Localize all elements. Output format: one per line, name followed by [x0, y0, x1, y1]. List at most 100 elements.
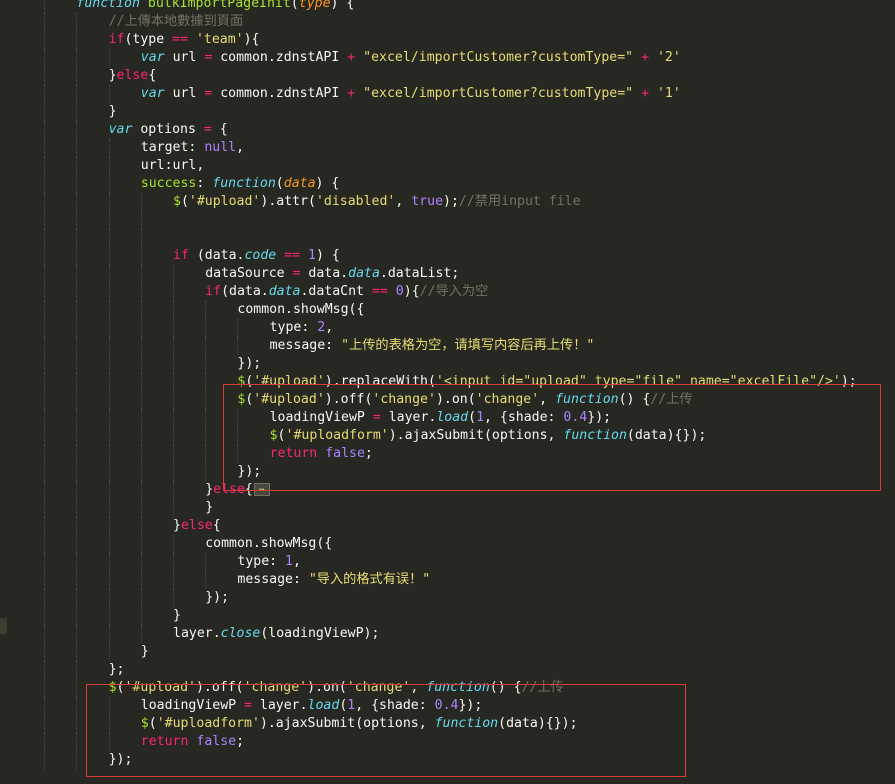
- code-line[interactable]: };: [0, 661, 895, 679]
- code-token: url:url,: [140, 158, 205, 173]
- code-line[interactable]: common.showMsg({: [0, 535, 895, 553]
- code-line[interactable]: common.showMsg({: [0, 301, 895, 319]
- indent-guide: [44, 517, 46, 535]
- indent-guide: [108, 247, 110, 265]
- code-line[interactable]: var url = common.zdnstAPI + "excel/impor…: [0, 85, 895, 103]
- indent-guide: [44, 427, 46, 445]
- code-token: ) {: [330, 0, 355, 11]
- indent-guide: [44, 121, 46, 139]
- indent-guide: [108, 571, 110, 589]
- code-text: };: [109, 661, 125, 679]
- code-line[interactable]: url:url,: [0, 157, 895, 175]
- code-text: }: [205, 499, 213, 517]
- code-text: url:url,: [141, 157, 205, 175]
- indent-guide: [44, 643, 46, 661]
- code-token: dataSource: [205, 266, 293, 281]
- code-text: type: 2,: [270, 319, 334, 337]
- code-line[interactable]: }: [0, 499, 895, 517]
- code-line[interactable]: }else{: [0, 517, 895, 535]
- indent-guide: [44, 211, 46, 229]
- code-token: url: [164, 86, 205, 101]
- code-text: dataSource = data.data.dataList;: [205, 265, 459, 283]
- indent-guide: [108, 319, 110, 337]
- code-line[interactable]: $('#upload').attr('disabled', true);//禁用…: [0, 193, 895, 211]
- code-line[interactable]: if(type == 'team'){: [0, 31, 895, 49]
- code-line[interactable]: success: function(data) {: [0, 175, 895, 193]
- code-line[interactable]: target: null,: [0, 139, 895, 157]
- code-token: bulkImportPageInit: [147, 0, 291, 11]
- code-token: type: [298, 0, 331, 11]
- code-line[interactable]: function bulkImportPageInit(type) {: [0, 0, 895, 13]
- indent-guide: [173, 337, 174, 355]
- code-line[interactable]: var url = common.zdnstAPI + "excel/impor…: [0, 49, 895, 67]
- code-token: }: [173, 608, 181, 623]
- indent-guide: [44, 337, 46, 355]
- code-token: common.showMsg({: [205, 536, 333, 551]
- code-text: message: "上传的表格为空，请填写内容后再上传！": [270, 337, 595, 355]
- indent-guide: [76, 121, 78, 139]
- indent-guide: [76, 427, 78, 445]
- code-line[interactable]: //上傳本地數據到頁面: [0, 13, 895, 31]
- code-text: if(type == 'team'){: [109, 31, 260, 49]
- code-line[interactable]: });: [0, 355, 895, 373]
- indent-guide: [108, 589, 110, 607]
- code-token: ==: [284, 248, 301, 263]
- code-line[interactable]: if(data.data.dataCnt == 0){//导入为空: [0, 283, 895, 301]
- code-text: function bulkImportPageInit(type) {: [76, 0, 354, 13]
- indent-guide: [108, 427, 110, 445]
- code-text: type: 1,: [237, 553, 301, 571]
- highlight-box-inner-upload-handler: [223, 384, 881, 491]
- code-line[interactable]: }: [0, 103, 895, 121]
- indent-guide: [205, 409, 207, 427]
- code-text: }: [141, 643, 149, 661]
- code-line[interactable]: var options = {: [0, 121, 895, 139]
- code-line[interactable]: [0, 211, 895, 229]
- code-line[interactable]: }: [0, 607, 895, 625]
- code-token: ==: [172, 32, 189, 47]
- code-line[interactable]: [0, 229, 895, 247]
- code-line[interactable]: type: 2,: [0, 319, 895, 337]
- code-line[interactable]: type: 1,: [0, 553, 895, 571]
- indent-guide: [76, 391, 78, 409]
- code-text: common.showMsg({: [237, 301, 364, 319]
- indent-guide: [173, 409, 174, 427]
- code-token: message:: [237, 572, 309, 587]
- code-line[interactable]: });: [0, 589, 895, 607]
- indent-guide: [44, 175, 46, 193]
- highlight-box-outer-upload-handler: [86, 684, 686, 777]
- code-line[interactable]: }else{: [0, 67, 895, 85]
- indent-guide: [173, 463, 174, 481]
- indent-guide: [205, 427, 207, 445]
- code-token: data: [348, 266, 380, 281]
- indent-guide: [44, 661, 46, 679]
- code-line[interactable]: layer.close(loadingViewP);: [0, 625, 895, 643]
- code-token: data: [283, 176, 316, 191]
- code-line[interactable]: dataSource = data.data.dataList;: [0, 265, 895, 283]
- code-token: ){: [243, 32, 260, 47]
- code-editor[interactable]: function bulkImportPageInit(type) {//上傳本…: [0, 0, 895, 784]
- indent-guide: [44, 229, 46, 247]
- code-text: }: [173, 607, 181, 625]
- code-line[interactable]: if (data.code == 1) {: [0, 247, 895, 265]
- indent-guide: [205, 553, 207, 571]
- code-text: message: "导入的格式有误！": [237, 571, 430, 589]
- code-token: +: [641, 86, 650, 101]
- code-token: "excel/importCustomer?customType=": [363, 50, 634, 65]
- indent-guide: [108, 553, 110, 571]
- code-token: (type: [124, 32, 173, 47]
- code-line[interactable]: }: [0, 643, 895, 661]
- indent-guide: [140, 625, 142, 643]
- code-token: 1: [285, 554, 293, 569]
- indent-guide: [205, 301, 207, 319]
- indent-guide: [76, 229, 78, 247]
- code-token: (: [275, 176, 284, 191]
- code-line[interactable]: message: "导入的格式有误！": [0, 571, 895, 589]
- code-token: //禁用input file: [458, 194, 581, 209]
- indent-guide: [108, 463, 110, 481]
- indent-guide: [140, 409, 142, 427]
- code-line[interactable]: message: "上传的表格为空，请填写内容后再上传！": [0, 337, 895, 355]
- indent-guide: [44, 391, 46, 409]
- indent-guide: [108, 625, 110, 643]
